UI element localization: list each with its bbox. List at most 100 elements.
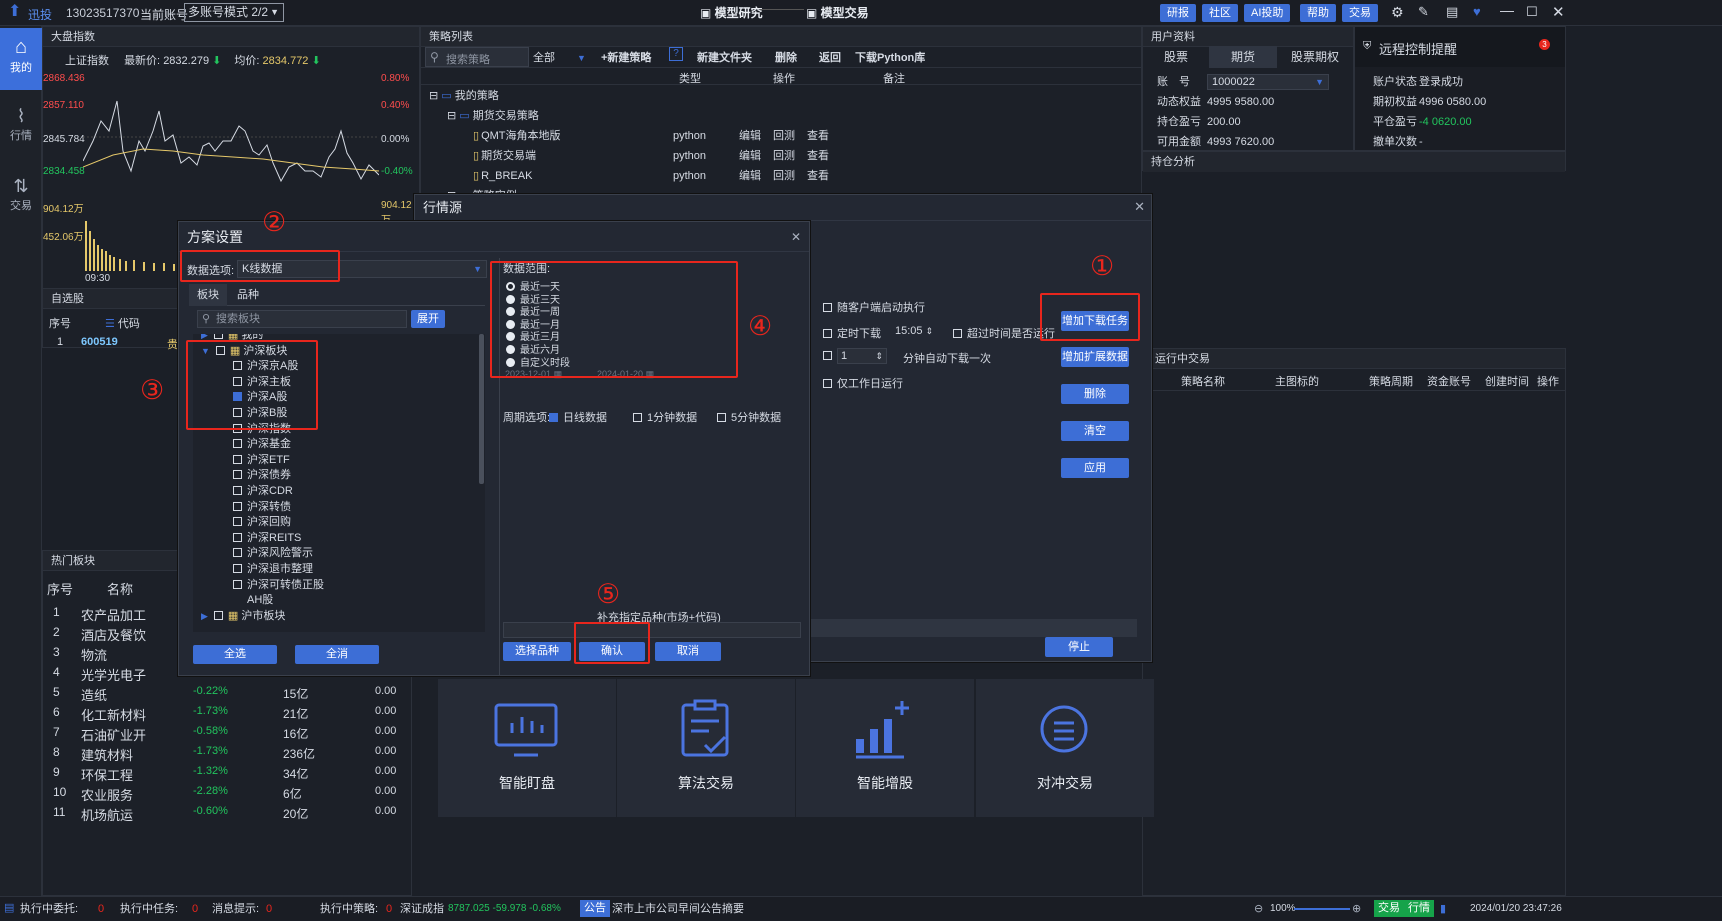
select-all-button[interactable]: 全选 — [193, 645, 277, 664]
account-mode-select[interactable]: 多账号模式 2/2 ▼ — [184, 3, 284, 22]
tab-model-research[interactable]: ▣ 模型研究 — [700, 4, 763, 22]
tree-node[interactable]: 沪深债券 — [233, 468, 291, 483]
delete-strategy-button[interactable]: 删除 — [775, 49, 797, 65]
window-icon[interactable]: ▤ — [1446, 4, 1458, 20]
notice-text[interactable]: 深市上市公司早间公告摘要 — [612, 897, 744, 921]
trade-button[interactable]: 交易 — [1342, 4, 1378, 22]
tab-stock[interactable]: 股票 — [1143, 46, 1209, 68]
tree-checkbox[interactable] — [233, 532, 242, 542]
tree-checkbox[interactable] — [233, 579, 242, 589]
zoom-in-icon[interactable]: ⊕ — [1352, 897, 1361, 921]
filter-select[interactable]: 全部 ▼ — [533, 49, 586, 65]
tree-checkbox[interactable] — [233, 564, 242, 573]
tree-node[interactable]: 沪深回购 — [233, 515, 291, 530]
new-strategy-button[interactable]: +新建策略 — [601, 49, 651, 65]
period-1m-checkbox[interactable]: 1分钟数据 — [633, 409, 697, 425]
community-button[interactable]: 社区 — [1202, 4, 1238, 22]
backtest-link[interactable]: 回测 — [773, 127, 795, 145]
tree-checkbox[interactable] — [233, 517, 242, 527]
quote-tag[interactable]: 行情 — [1404, 900, 1434, 917]
tab-stock-options[interactable]: 股票期权 — [1277, 46, 1353, 68]
shirt-icon[interactable]: ♥ — [1473, 4, 1481, 19]
close-icon[interactable]: ✕ — [1552, 3, 1565, 21]
tree-node[interactable]: 沪深REITS — [233, 531, 301, 546]
tree-node[interactable]: 沪深退市整理 — [233, 562, 313, 577]
tree-checkbox[interactable] — [213, 610, 223, 620]
tree-checkbox[interactable] — [233, 548, 242, 558]
tile-algo-trading[interactable]: 算法交易 — [617, 679, 795, 817]
interval-checkbox[interactable] — [823, 350, 837, 362]
cancel-button[interactable]: 取消 — [655, 642, 721, 661]
collapse-panel-icon[interactable]: ▤ — [4, 896, 14, 920]
tab-sector[interactable]: 板块 — [189, 284, 227, 306]
tree-node[interactable]: 沪深风险警示 — [233, 546, 313, 561]
tree-checkbox[interactable] — [233, 454, 242, 464]
help-icon[interactable]: ? — [669, 47, 683, 61]
interval-input[interactable]: 1 ⇕ — [837, 348, 887, 364]
download-python-button[interactable]: 下载Python库 — [855, 49, 925, 65]
minimize-icon[interactable]: — — [1500, 2, 1514, 18]
delete-task-button[interactable]: 删除 — [1061, 384, 1129, 404]
tile-smart-increase[interactable]: 智能增股 — [796, 679, 974, 817]
zoom-slider[interactable] — [1294, 908, 1350, 910]
back-button[interactable]: 返回 — [819, 49, 841, 65]
supplement-input[interactable] — [503, 622, 801, 638]
maximize-icon[interactable]: ☐ — [1526, 4, 1538, 20]
strategy-row[interactable]: ▯ QMT海角本地版 python 编辑 回测 查看 — [473, 127, 933, 145]
strategy-row[interactable]: ▯ 期货交易端 python 编辑 回测 查看 — [473, 147, 933, 165]
folder-my-strategies[interactable]: ⊟ ▭ 我的策略 — [429, 87, 499, 105]
edit-link[interactable]: 编辑 — [739, 127, 761, 145]
tab-variety[interactable]: 品种 — [229, 284, 267, 306]
view-link[interactable]: 查看 — [807, 127, 829, 145]
tree-node[interactable]: AH股 — [233, 593, 273, 608]
gear-icon[interactable]: ⚙ — [1391, 4, 1404, 21]
nav-mine[interactable]: ⌂ 我的 — [0, 28, 42, 90]
time-input[interactable]: 15:05 ⇕ — [895, 325, 933, 337]
research-report-button[interactable]: 研报 — [1160, 4, 1196, 22]
zoom-icon[interactable]: ⊖ — [1254, 897, 1263, 921]
trade-tag[interactable]: 交易 — [1374, 900, 1404, 917]
tree-node[interactable]: 沪深CDR — [233, 484, 293, 499]
tree-node[interactable]: ▶ ▦ 沪市板块 — [201, 609, 285, 624]
tree-checkbox[interactable] — [233, 439, 242, 449]
tree-checkbox[interactable] — [233, 486, 242, 495]
ai-assist-button[interactable]: AI投助 — [1244, 4, 1291, 22]
run-on-start-checkbox[interactable]: 随客户端启动执行 — [823, 299, 925, 315]
scrollbar[interactable] — [479, 334, 484, 484]
close-icon[interactable]: ✕ — [791, 230, 801, 244]
tile-hedge-trading[interactable]: 对冲交易 — [976, 679, 1154, 817]
backtest-link[interactable]: 回测 — [773, 167, 795, 185]
clear-all-button[interactable]: 全消 — [295, 645, 379, 664]
tree-node[interactable]: 沪深基金 — [233, 437, 291, 452]
folder-futures[interactable]: ⊟ ▭ 期货交易策略 — [447, 107, 539, 125]
new-folder-button[interactable]: 新建文件夹 — [697, 49, 752, 65]
sector-search-input[interactable]: ⚲ 搜索板块 — [197, 310, 407, 328]
workday-checkbox[interactable]: 仅工作日运行 — [823, 375, 903, 391]
tab-futures[interactable]: 期货 — [1209, 46, 1277, 68]
apply-button[interactable]: 应用 — [1061, 458, 1129, 478]
tree-checkbox[interactable] — [233, 470, 242, 480]
period-daily-checkbox[interactable]: 日线数据 — [549, 409, 607, 425]
tree-node[interactable]: 沪深ETF — [233, 453, 290, 468]
edit-link[interactable]: 编辑 — [739, 167, 761, 185]
edit-link[interactable]: 编辑 — [739, 147, 761, 165]
stop-button[interactable]: 停止 — [1045, 637, 1113, 657]
tree-node[interactable]: 沪深可转债正股 — [233, 578, 324, 593]
nav-market[interactable]: ⌇ 行情 — [0, 98, 42, 160]
tree-checkbox[interactable] — [213, 334, 223, 339]
account-select[interactable]: 1000022 ▼ — [1207, 74, 1329, 90]
tab-model-trading[interactable]: ▣ 模型交易 — [806, 4, 869, 22]
add-extended-data-button[interactable]: 增加扩展数据 — [1061, 347, 1129, 367]
timed-download-checkbox[interactable]: 定时下载 — [823, 325, 881, 341]
nav-trade[interactable]: ⇅ 交易 — [0, 168, 42, 230]
select-variety-button[interactable]: 选择品种 — [503, 642, 571, 661]
watchlist-row-code[interactable]: 600519 — [81, 336, 118, 348]
backtest-link[interactable]: 回测 — [773, 147, 795, 165]
tree-node[interactable]: 沪深转债 — [233, 500, 291, 515]
help-button[interactable]: 帮助 — [1300, 4, 1336, 22]
strategy-search-input[interactable]: ⚲ 搜索策略 — [425, 47, 529, 67]
close-icon[interactable]: ✕ — [1134, 199, 1145, 215]
period-5m-checkbox[interactable]: 5分钟数据 — [717, 409, 781, 425]
tile-smart-monitor[interactable]: 智能盯盘 — [438, 679, 616, 817]
view-link[interactable]: 查看 — [807, 167, 829, 185]
